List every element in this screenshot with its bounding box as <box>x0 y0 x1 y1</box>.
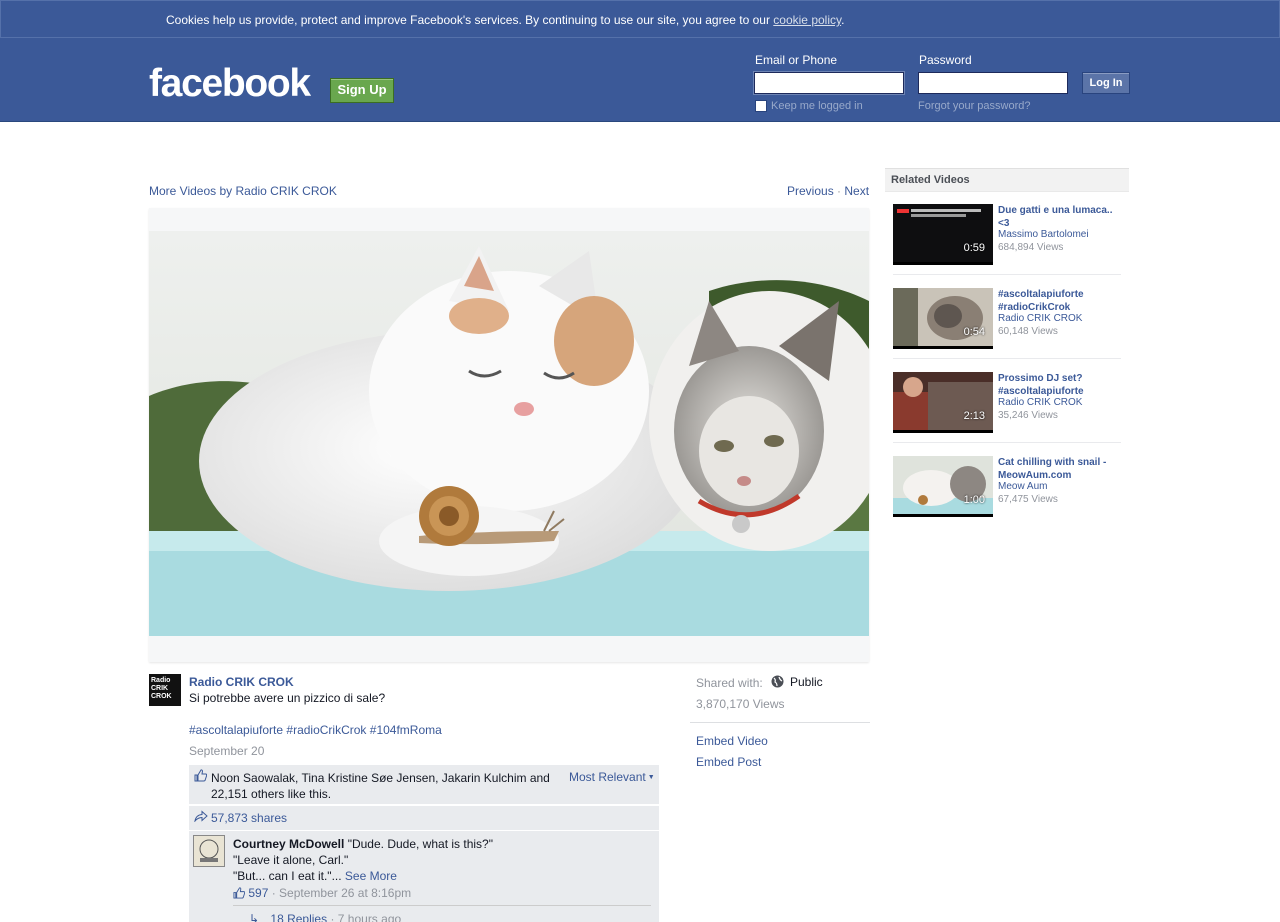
shared-with-label: Shared with: <box>696 676 763 690</box>
video-frame-image <box>149 231 869 636</box>
video-duration: 1:00 <box>963 494 985 506</box>
video-duration: 0:59 <box>963 242 985 254</box>
comment-body: Courtney McDowell "Dude. Dude, what is t… <box>233 836 563 884</box>
cookie-text-end: . <box>841 13 845 27</box>
globe-icon <box>771 675 784 691</box>
like-icon[interactable] <box>194 769 208 785</box>
post-text: Si potrebbe avere un pizzico di sale? <box>189 691 386 705</box>
divider <box>893 358 1121 359</box>
related-video-title[interactable]: Due gatti e una lumaca.. <3 <box>998 204 1121 230</box>
email-field[interactable] <box>753 71 905 95</box>
site-header: Cookies help us provide, protect and imp… <box>0 0 1280 122</box>
reply-arrow-icon: ↳ <box>249 912 260 922</box>
related-video-title[interactable]: Cat chilling with snail - MeowAum.com <box>998 456 1121 482</box>
comment-line: "But... can I eat it."... <box>233 869 342 883</box>
page-avatar[interactable]: Radio CRIK CROK <box>149 674 181 706</box>
comment-line: "Leave it alone, Carl." <box>233 853 349 867</box>
comment-line: "Dude. Dude, what is this?" <box>347 837 493 851</box>
replies-row: ↳ 18 Replies · 7 hours ago <box>249 912 401 922</box>
comment: Courtney McDowell "Dude. Dude, what is t… <box>189 831 659 922</box>
related-videos-title: Related Videos <box>891 174 970 186</box>
related-video-title[interactable]: Prossimo DJ set? #ascoltalapiuforte <box>998 372 1121 398</box>
comment-sort-label: Most Relevant <box>569 770 646 784</box>
comment-like-count[interactable]: 597 <box>248 886 268 900</box>
password-label: Password <box>919 53 972 67</box>
video-thumbnail[interactable]: 2:13 <box>893 372 993 433</box>
related-video-views: 67,475 Views <box>998 494 1058 505</box>
hashtag-link[interactable]: #ascoltalapiuforte <box>189 723 283 737</box>
cookie-text: Cookies help us provide, protect and imp… <box>166 13 770 27</box>
chevron-down-icon: ▼ <box>647 774 655 782</box>
related-video-channel[interactable]: Radio CRIK CROK <box>998 397 1082 408</box>
related-video-title[interactable]: #ascoltalapiuforte #radioCrikCrok <box>998 288 1121 314</box>
previous-link[interactable]: Previous <box>787 184 834 198</box>
related-video-item[interactable]: 2:13 Prossimo DJ set? #ascoltalapiuforte… <box>893 372 1121 456</box>
cookie-policy-link[interactable]: cookie policy <box>773 13 841 27</box>
related-video-views: 684,894 Views <box>998 242 1064 253</box>
keep-logged-in-checkbox[interactable] <box>755 100 767 112</box>
video-thumbnail[interactable]: 0:54 <box>893 288 993 349</box>
email-label: Email or Phone <box>755 53 838 67</box>
related-video-views: 60,148 Views <box>998 326 1058 337</box>
divider <box>690 722 870 723</box>
divider <box>233 905 651 906</box>
comment-meta: 597 · September 26 at 8:16pm <box>233 886 411 902</box>
video-thumbnail[interactable]: 0:59 <box>893 204 993 265</box>
pager-separator: · <box>837 184 842 198</box>
facebook-logo[interactable]: facebook <box>149 62 311 106</box>
hashtag-link[interactable]: #104fmRoma <box>370 723 442 737</box>
shares-count-link[interactable]: 57,873 shares <box>211 811 287 825</box>
cookie-banner-text: Cookies help us provide, protect and imp… <box>166 13 844 27</box>
more-videos-link[interactable]: More Videos by Radio CRIK CROK <box>149 184 337 198</box>
audience-label: Public <box>790 675 823 689</box>
divider <box>893 442 1121 443</box>
related-video-item[interactable]: 0:59 Due gatti e una lumaca.. <3 Massimo… <box>893 204 1121 288</box>
views-count: 3,870,170 Views <box>696 697 785 711</box>
forgot-password-link[interactable]: Forgot your password? <box>918 100 1031 112</box>
sign-up-button[interactable]: Sign Up <box>330 78 394 103</box>
post-hashtags: #ascoltalapiuforte #radioCrikCrok #104fm… <box>189 723 442 737</box>
hashtag-link[interactable]: #radioCrikCrok <box>286 723 366 737</box>
post-date[interactable]: September 20 <box>189 744 264 758</box>
next-link[interactable]: Next <box>844 184 869 198</box>
video-duration: 0:54 <box>963 326 985 338</box>
shares-row: 57,873 shares <box>189 806 659 830</box>
keep-logged-in-label: Keep me logged in <box>771 100 863 112</box>
related-video-channel[interactable]: Massimo Bartolomei <box>998 229 1089 240</box>
password-field[interactable] <box>918 72 1068 94</box>
commenter-avatar[interactable] <box>193 835 225 867</box>
related-video-item[interactable]: 0:54 #ascoltalapiuforte #radioCrikCrok R… <box>893 288 1121 372</box>
video-player[interactable] <box>149 231 869 636</box>
related-videos-header: Related Videos <box>885 168 1129 192</box>
related-video-item[interactable]: 1:00 Cat chilling with snail - MeowAum.c… <box>893 456 1121 540</box>
like-icon[interactable] <box>233 887 248 902</box>
related-video-views: 35,246 Views <box>998 410 1058 421</box>
replies-time: · 7 hours ago <box>330 912 402 922</box>
divider <box>893 274 1121 275</box>
share-icon <box>194 810 208 825</box>
video-pager: Previous · Next <box>787 184 869 198</box>
embed-post-link[interactable]: Embed Post <box>696 755 761 769</box>
likes-box: Noon Saowalak, Tina Kristine Søe Jensen,… <box>189 765 659 805</box>
comment-time: · September 26 at 8:16pm <box>271 886 412 900</box>
log-in-button[interactable]: Log In <box>1082 72 1130 94</box>
video-thumbnail[interactable]: 1:00 <box>893 456 993 517</box>
comment-sort-dropdown[interactable]: Most Relevant ▼ <box>569 770 655 784</box>
replies-link[interactable]: 18 Replies <box>270 912 327 922</box>
page-name-link[interactable]: Radio CRIK CROK <box>189 675 294 689</box>
video-duration: 2:13 <box>963 410 985 422</box>
cookie-banner: Cookies help us provide, protect and imp… <box>0 0 1280 38</box>
related-video-channel[interactable]: Radio CRIK CROK <box>998 313 1082 324</box>
embed-video-link[interactable]: Embed Video <box>696 734 768 748</box>
likes-summary[interactable]: Noon Saowalak, Tina Kristine Søe Jensen,… <box>211 770 551 802</box>
see-more-link[interactable]: See More <box>345 869 397 883</box>
related-video-channel[interactable]: Meow Aum <box>998 481 1047 492</box>
page-avatar-text: Radio CRIK CROK <box>151 677 172 700</box>
comment-author-link[interactable]: Courtney McDowell <box>233 837 344 851</box>
